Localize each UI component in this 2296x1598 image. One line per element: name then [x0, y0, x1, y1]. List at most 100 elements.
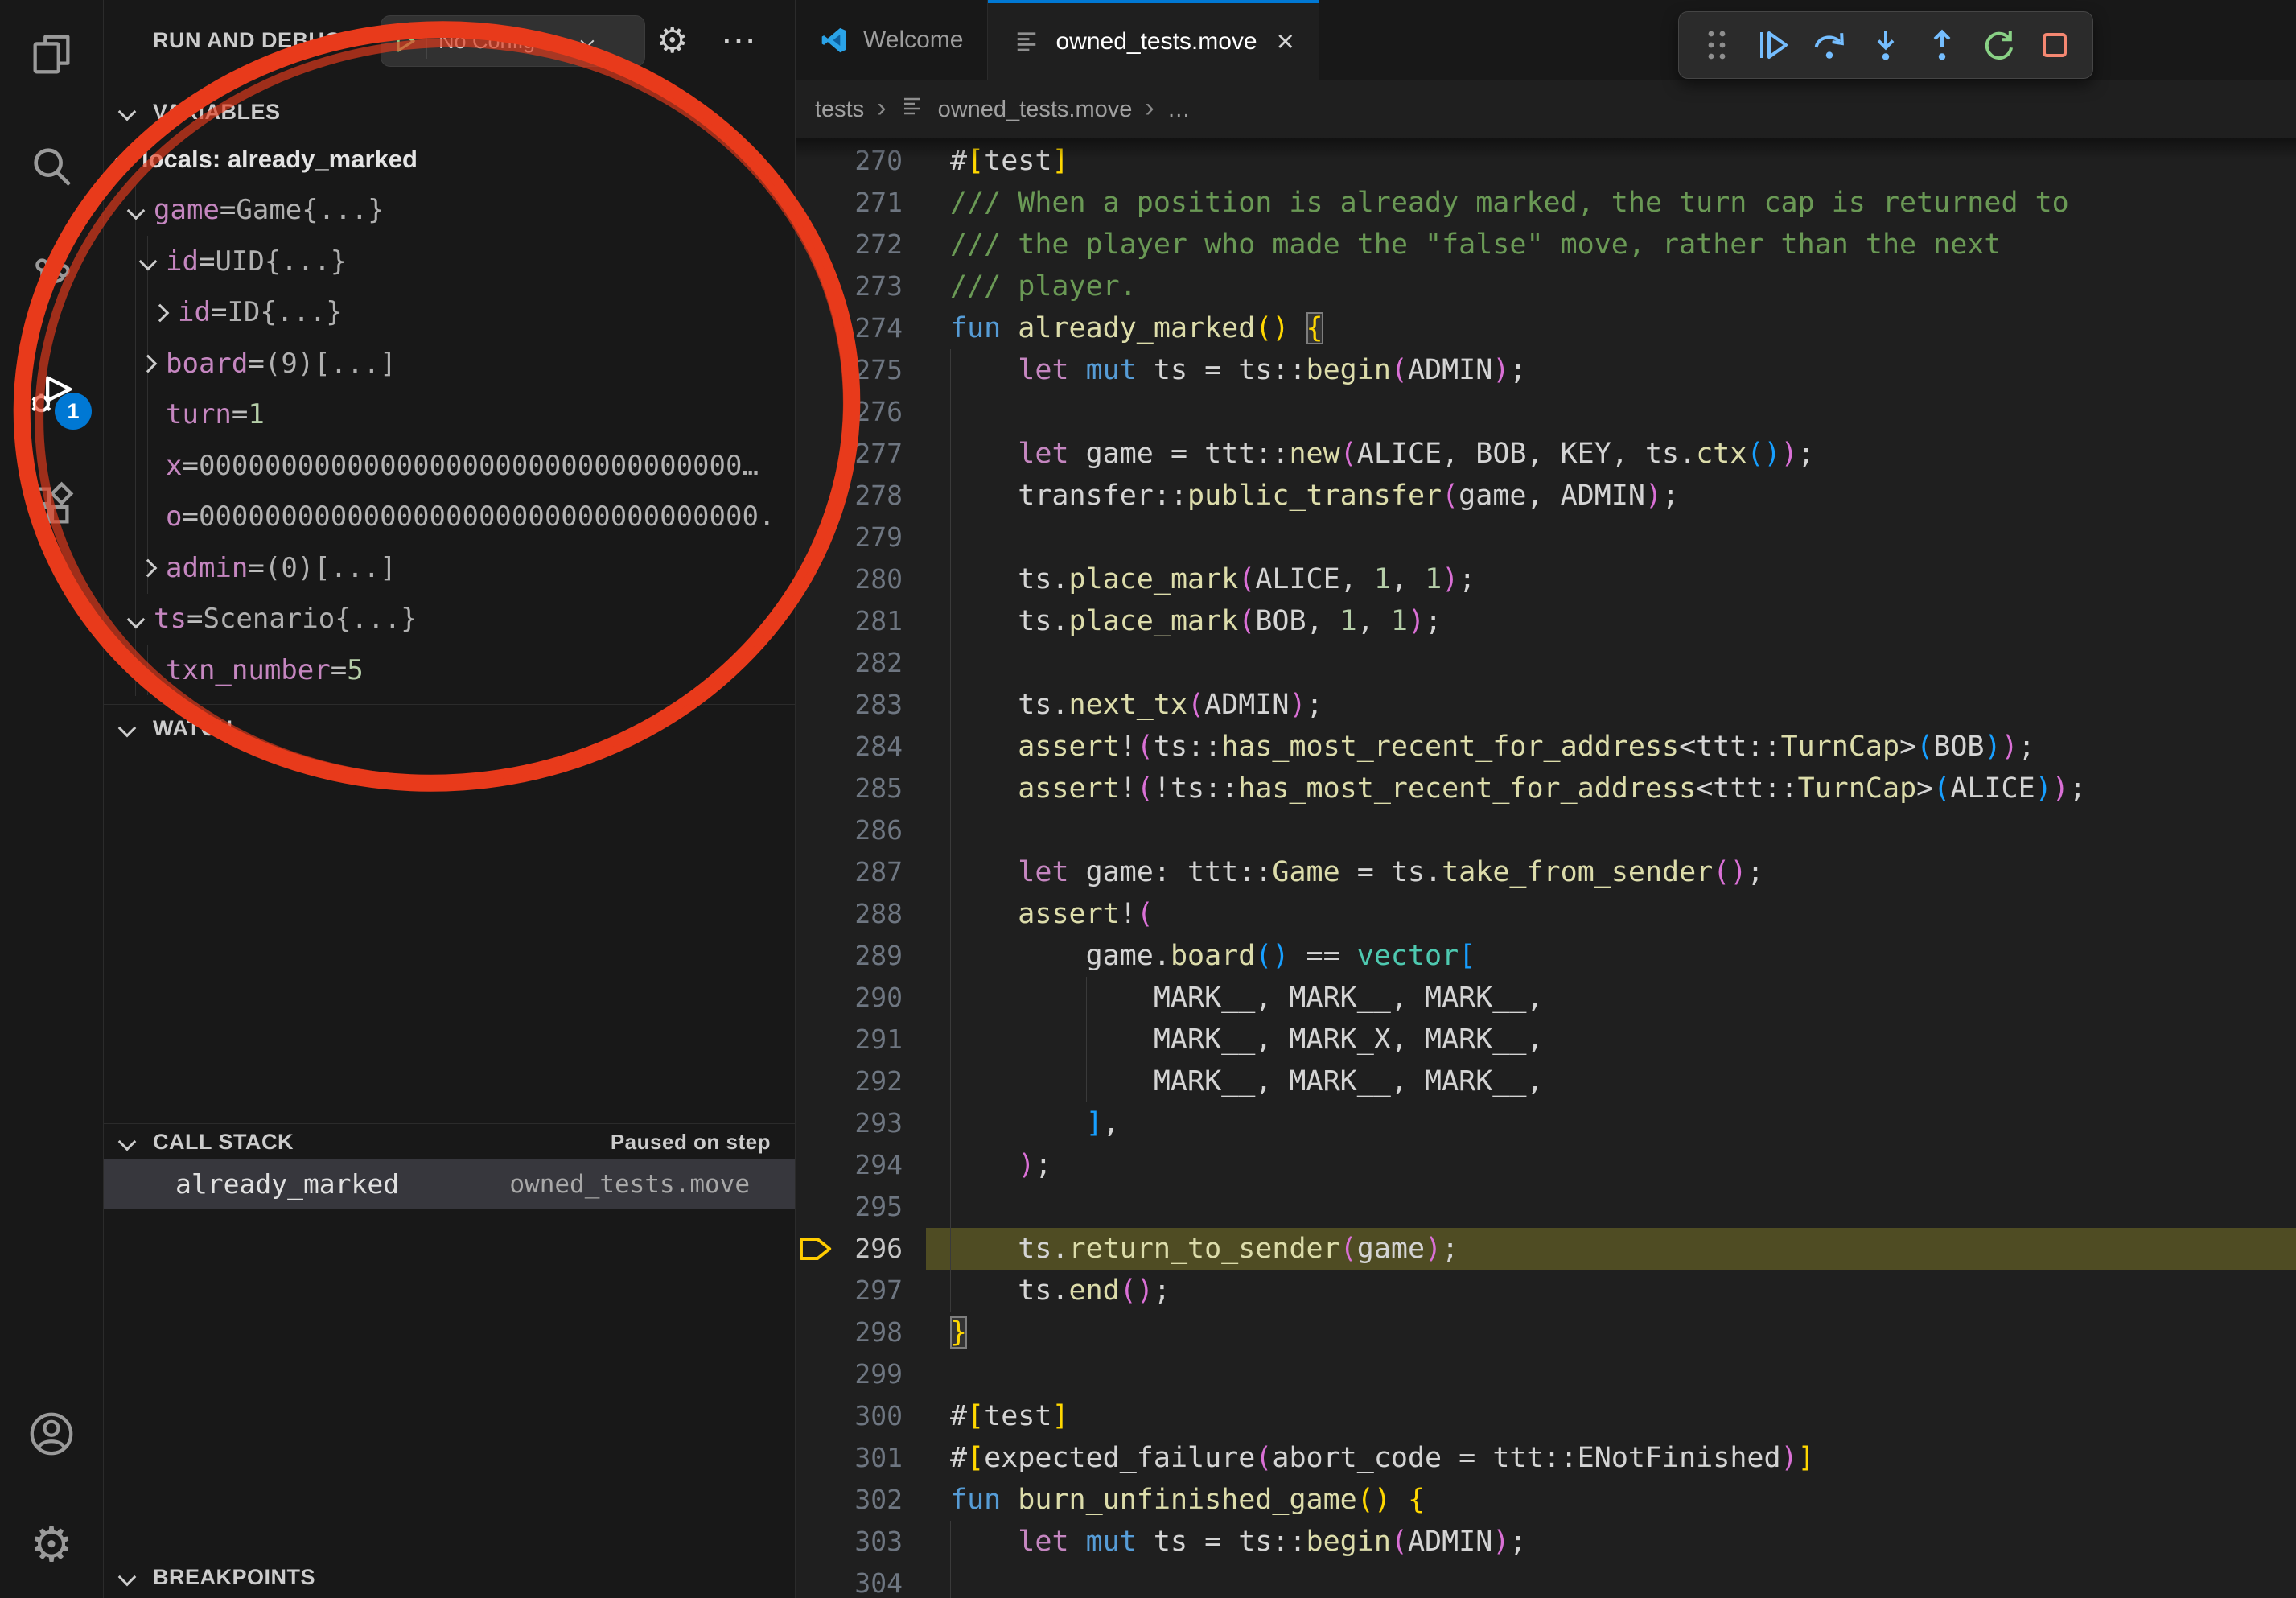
code-token: fun [950, 1484, 1001, 1516]
code-line-text: #[test] [926, 1395, 2296, 1437]
tab-welcome[interactable]: Welcome [796, 0, 988, 80]
indent-guide [950, 1186, 951, 1228]
code-token [950, 731, 1018, 763]
code-token: ) [1730, 856, 1747, 888]
extensions-icon[interactable] [0, 457, 103, 554]
line-number: 271 [796, 182, 903, 224]
code-token: test [984, 145, 1051, 177]
chevron-right-icon[interactable] [139, 355, 158, 373]
code-token: ts:: [1154, 731, 1221, 763]
code-token: ts = ts:: [1137, 354, 1306, 386]
run-and-debug-icon[interactable]: 1 [0, 344, 103, 441]
line-number: 273 [796, 266, 903, 307]
code-token: ] [1798, 1442, 1815, 1474]
variable-row-id[interactable]: id = ID{...} [103, 287, 795, 339]
tab-owned-tests-move[interactable]: owned_tests.move× [988, 0, 1319, 80]
variable-row-game[interactable]: game = Game{...} [103, 185, 795, 237]
variable-row-id[interactable]: id = UID{...} [103, 236, 795, 287]
code-line-text [926, 517, 2296, 558]
variable-row-txn_number[interactable]: txn_number = 5 [103, 645, 795, 696]
chevron-down-icon[interactable] [139, 253, 158, 271]
call-stack-section-header[interactable]: CALL STACK Paused on step [103, 1125, 795, 1159]
code-token: has_most_recent_for_address [1238, 772, 1696, 805]
code-token: # [950, 1442, 967, 1474]
debug-stop-button[interactable] [2031, 19, 2078, 71]
variable-name: board [166, 348, 248, 380]
code-line-text: MARK__, MARK__, MARK__, [926, 1061, 2296, 1102]
indent-guide [950, 684, 951, 726]
variable-row-admin[interactable]: admin = (0)[...] [103, 542, 795, 594]
breadcrumb-item[interactable]: owned_tests.move [938, 97, 1133, 123]
breadcrumb-item[interactable]: … [1167, 97, 1191, 123]
code-line-276: 276 [796, 391, 2296, 433]
breakpoints-section-header[interactable]: BREAKPOINTS [103, 1556, 795, 1598]
code-token: ( [1391, 1526, 1408, 1558]
line-number: 291 [796, 1019, 903, 1061]
indent-guide [1086, 977, 1087, 1019]
search-icon[interactable] [0, 119, 103, 216]
debug-config-dropdown[interactable]: No Configur… [381, 15, 645, 67]
chevron-down-icon[interactable] [127, 201, 146, 220]
code-token: ) [1272, 312, 1289, 344]
start-debugging-icon[interactable] [389, 26, 420, 56]
variable-value: 5 [347, 654, 363, 686]
breadcrumb-item[interactable]: tests [815, 97, 864, 123]
line-number: 294 [796, 1144, 903, 1186]
code-token: [ [967, 1400, 984, 1432]
indent-guide [950, 809, 951, 851]
variable-row-turn[interactable]: turn = 1 [103, 389, 795, 441]
chevron-right-icon[interactable] [139, 559, 158, 578]
source-control-icon[interactable] [0, 230, 103, 327]
code-token: ) [1408, 605, 1425, 637]
line-number: 304 [796, 1563, 903, 1598]
debug-step-into-button[interactable] [1862, 19, 1909, 71]
code-token: place_mark [1069, 605, 1239, 637]
settings-gear-icon[interactable]: ⚙ [0, 1497, 103, 1593]
variable-row-ts[interactable]: ts = Scenario{...} [103, 594, 795, 645]
code-line-text [926, 1353, 2296, 1395]
code-token [1069, 1526, 1086, 1558]
code-token: MARK__, MARK__, MARK__, [950, 1065, 1544, 1098]
chevron-down-icon[interactable] [127, 610, 146, 628]
code-line-283: 283 ts.next_tx(ADMIN); [796, 684, 2296, 726]
variable-row-board[interactable]: board = (9)[...] [103, 338, 795, 389]
chevron-down-icon[interactable] [115, 150, 134, 169]
code-token: ts. [950, 1233, 1069, 1265]
debug-continue-button[interactable] [1750, 19, 1796, 71]
debug-step-out-button[interactable] [1919, 19, 1965, 71]
line-number: 279 [796, 517, 903, 558]
code-token: board [1171, 940, 1255, 972]
code-token: ts. [950, 605, 1069, 637]
explorer-icon[interactable] [0, 6, 103, 103]
variable-value: Game{...} [236, 194, 384, 226]
code-token: ( [1933, 772, 1950, 805]
variables-scope-row[interactable]: locals: already_marked [103, 134, 795, 185]
debug-settings-gear-icon[interactable]: ⚙ [656, 0, 688, 80]
close-icon[interactable]: × [1277, 25, 1294, 60]
code-token: ] [1086, 1107, 1103, 1139]
line-number: 295 [796, 1186, 903, 1228]
code-token: TurnCap [1798, 772, 1917, 805]
call-stack-frame[interactable]: already_markedowned_tests.move [103, 1159, 795, 1209]
code-token: ( [1713, 856, 1730, 888]
variables-section-header[interactable]: VARIABLES [103, 90, 795, 134]
chevron-right-icon[interactable] [151, 303, 170, 322]
code-line-text: assert!(ts::has_most_recent_for_address<… [926, 726, 2296, 768]
watch-section-header[interactable]: WATCH [103, 706, 795, 751]
indent-guide [950, 517, 951, 558]
views-more-actions-icon[interactable]: ⋯ [721, 0, 758, 80]
debug-restart-button[interactable] [1975, 19, 2022, 71]
variable-row-x[interactable]: x = 000000000000000000000000000000000… [103, 440, 795, 492]
code-line-281: 281 ts.place_mark(BOB, 1, 1); [796, 600, 2296, 642]
code-token: ( [1120, 1275, 1137, 1307]
equals-sign: = [331, 654, 347, 686]
code-line-text: /// When a position is already marked, t… [926, 182, 2296, 224]
code-token: # [950, 145, 967, 177]
account-icon[interactable] [0, 1386, 103, 1482]
code-line-301: 301#[expected_failure(abort_code = ttt::… [796, 1437, 2296, 1479]
code-line-271: 271 /// When a position is already marked… [796, 182, 2296, 224]
code-token: ; [1306, 689, 1323, 721]
variable-row-o[interactable]: o = 0000000000000000000000000000000000. [103, 492, 795, 543]
debug-step-over-button[interactable] [1806, 19, 1853, 71]
code-viewport[interactable]: 270#[test]271/// When a position is alre… [796, 140, 2296, 1598]
